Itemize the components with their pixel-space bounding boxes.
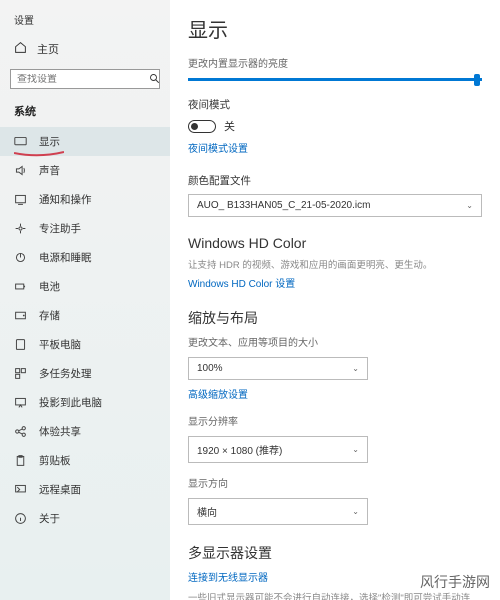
brightness-slider[interactable] bbox=[188, 78, 482, 81]
color-profile-title: 颜色配置文件 bbox=[188, 173, 482, 188]
hd-color-link[interactable]: Windows HD Color 设置 bbox=[188, 275, 482, 290]
watermark: 风行手游网 bbox=[420, 572, 490, 592]
nav-label: 电源和睡眠 bbox=[39, 250, 92, 265]
text-size-label: 更改文本、应用等项目的大小 bbox=[188, 334, 482, 349]
color-profile-section: 颜色配置文件 AUO_ B133HAN05_C_21-05-2020.icm ⌄ bbox=[188, 173, 482, 217]
home-label: 主页 bbox=[37, 41, 59, 57]
focus-icon bbox=[14, 222, 27, 235]
sidebar-item-clipboard[interactable]: 剪贴板 bbox=[0, 446, 170, 475]
nav-label: 平板电脑 bbox=[39, 337, 81, 352]
sidebar-item-remote[interactable]: 远程桌面 bbox=[0, 475, 170, 504]
orientation-select[interactable]: 横向 ⌄ bbox=[188, 498, 368, 525]
nightlight-settings-link[interactable]: 夜间模式设置 bbox=[188, 140, 482, 155]
hd-color-title: Windows HD Color bbox=[188, 235, 482, 251]
tablet-icon bbox=[14, 338, 27, 351]
sound-icon bbox=[14, 164, 27, 177]
nav-label: 显示 bbox=[39, 134, 60, 149]
nightlight-title: 夜间模式 bbox=[188, 97, 482, 112]
nightlight-toggle[interactable] bbox=[188, 120, 216, 133]
sidebar-item-storage[interactable]: 存储 bbox=[0, 301, 170, 330]
home-button[interactable]: 主页 bbox=[0, 35, 170, 63]
shared-icon bbox=[14, 425, 27, 438]
sidebar-item-notifications[interactable]: 通知和操作 bbox=[0, 185, 170, 214]
resolution-value: 1920 × 1080 (推荐) bbox=[197, 442, 282, 457]
remote-icon bbox=[14, 483, 27, 496]
nav-label: 投影到此电脑 bbox=[39, 395, 102, 410]
sidebar-section-label: 系统 bbox=[0, 95, 170, 127]
scale-select[interactable]: 100% ⌄ bbox=[188, 357, 368, 380]
sidebar-item-about[interactable]: 关于 bbox=[0, 504, 170, 533]
hd-color-desc: 让支持 HDR 的视频、游戏和应用的画面更明亮、更生动。 bbox=[188, 257, 482, 271]
color-profile-select[interactable]: AUO_ B133HAN05_C_21-05-2020.icm ⌄ bbox=[188, 194, 482, 217]
search-input[interactable] bbox=[10, 69, 160, 89]
nav-label: 关于 bbox=[39, 511, 60, 526]
scale-value: 100% bbox=[197, 363, 223, 374]
multi-display-title: 多显示器设置 bbox=[188, 543, 482, 563]
sidebar-item-battery[interactable]: 电池 bbox=[0, 272, 170, 301]
page-title: 显示 bbox=[188, 14, 482, 43]
sidebar-item-multitask[interactable]: 多任务处理 bbox=[0, 359, 170, 388]
orientation-label: 显示方向 bbox=[188, 475, 482, 490]
nightlight-section: 夜间模式 关 夜间模式设置 bbox=[188, 97, 482, 155]
sidebar-item-tablet[interactable]: 平板电脑 bbox=[0, 330, 170, 359]
nav-label: 体验共享 bbox=[39, 424, 81, 439]
clipboard-icon bbox=[14, 454, 27, 467]
notifications-icon bbox=[14, 193, 27, 206]
orientation-value: 横向 bbox=[197, 504, 217, 519]
chevron-down-icon: ⌄ bbox=[352, 445, 359, 454]
resolution-label: 显示分辨率 bbox=[188, 413, 482, 428]
power-icon bbox=[14, 251, 27, 264]
nav-label: 远程桌面 bbox=[39, 482, 81, 497]
scale-section: 缩放与布局 更改文本、应用等项目的大小 100% ⌄ 高级缩放设置 显示分辨率 … bbox=[188, 308, 482, 525]
nav-label: 电池 bbox=[39, 279, 60, 294]
color-profile-value: AUO_ B133HAN05_C_21-05-2020.icm bbox=[197, 200, 370, 211]
nav-label: 声音 bbox=[39, 163, 60, 178]
sidebar-item-power[interactable]: 电源和睡眠 bbox=[0, 243, 170, 272]
sidebar-item-shared[interactable]: 体验共享 bbox=[0, 417, 170, 446]
about-icon bbox=[14, 512, 27, 525]
home-icon bbox=[14, 41, 27, 57]
chevron-down-icon: ⌄ bbox=[352, 507, 359, 516]
nav-label: 多任务处理 bbox=[39, 366, 92, 381]
sidebar-item-focus[interactable]: 专注助手 bbox=[0, 214, 170, 243]
nav-label: 专注助手 bbox=[39, 221, 81, 236]
slider-thumb[interactable] bbox=[474, 74, 480, 86]
nav-label: 通知和操作 bbox=[39, 192, 92, 207]
chevron-down-icon: ⌄ bbox=[466, 201, 473, 210]
hd-color-section: Windows HD Color 让支持 HDR 的视频、游戏和应用的画面更明亮… bbox=[188, 235, 482, 290]
storage-icon bbox=[14, 309, 27, 322]
main-content: 显示 更改内置显示器的亮度 夜间模式 关 夜间模式设置 颜色配置文件 AUO_ … bbox=[170, 0, 500, 600]
chevron-down-icon: ⌄ bbox=[352, 364, 359, 373]
sidebar: 设置 主页 系统 显示 声音 通知和操作 专注助手 电源和睡眠 bbox=[0, 0, 170, 600]
nav-label: 剪贴板 bbox=[39, 453, 71, 468]
app-title: 设置 bbox=[0, 8, 170, 35]
projecting-icon bbox=[14, 396, 27, 409]
sidebar-item-projecting[interactable]: 投影到此电脑 bbox=[0, 388, 170, 417]
nav-label: 存储 bbox=[39, 308, 60, 323]
search-field[interactable] bbox=[17, 74, 149, 85]
display-icon bbox=[14, 135, 27, 148]
search-icon bbox=[149, 73, 161, 85]
brightness-label: 更改内置显示器的亮度 bbox=[188, 55, 482, 70]
multitask-icon bbox=[14, 367, 27, 380]
battery-icon bbox=[14, 280, 27, 293]
resolution-select[interactable]: 1920 × 1080 (推荐) ⌄ bbox=[188, 436, 368, 463]
advanced-scale-link[interactable]: 高级缩放设置 bbox=[188, 386, 482, 401]
nightlight-state: 关 bbox=[224, 118, 235, 134]
sidebar-item-display[interactable]: 显示 bbox=[0, 127, 170, 156]
sidebar-item-sound[interactable]: 声音 bbox=[0, 156, 170, 185]
scale-title: 缩放与布局 bbox=[188, 308, 482, 328]
